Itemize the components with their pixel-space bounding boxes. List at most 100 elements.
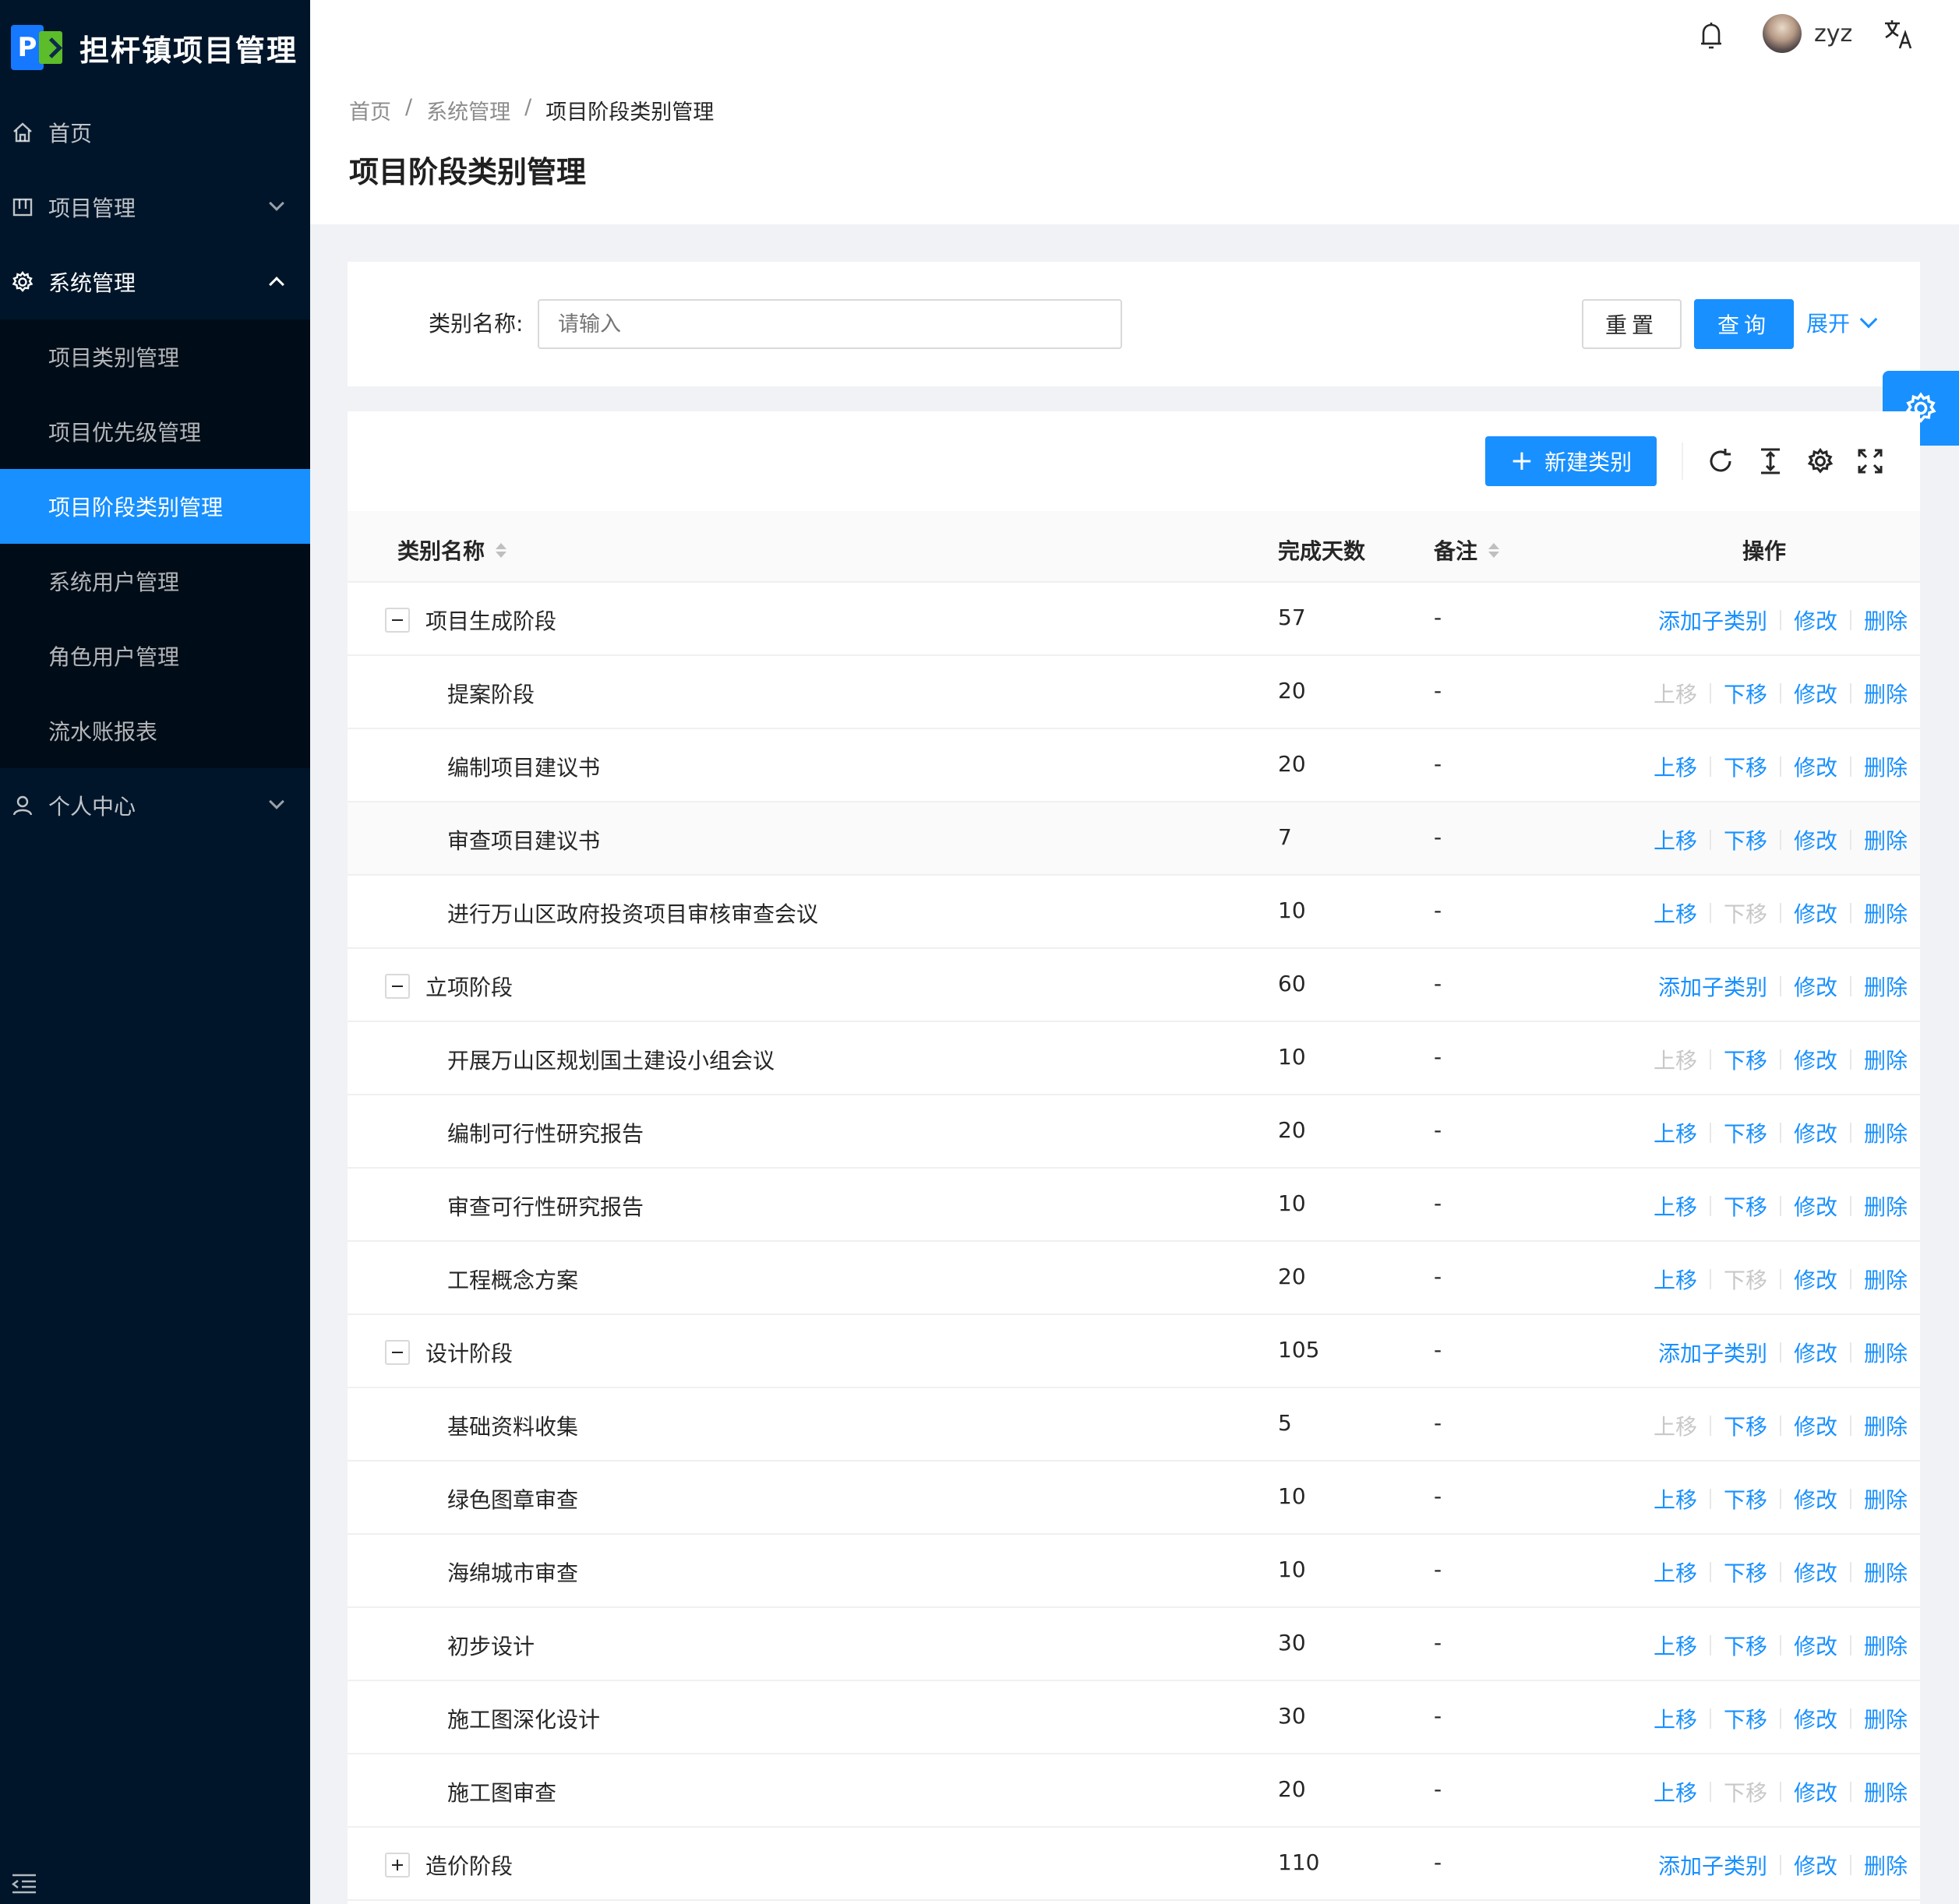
move-down-link[interactable]: 下移 xyxy=(1724,1557,1767,1588)
move-down-link[interactable]: 下移 xyxy=(1724,824,1767,855)
move-up-link[interactable]: 上移 xyxy=(1654,897,1697,929)
translate-icon[interactable] xyxy=(1883,17,1914,51)
delete-link[interactable]: 删除 xyxy=(1864,1557,1908,1588)
sidebar-item-home[interactable]: 首页 xyxy=(0,95,310,170)
edit-link[interactable]: 修改 xyxy=(1794,1117,1837,1148)
sidebar-item-project-management[interactable]: 项目管理 xyxy=(0,170,310,245)
edit-link[interactable]: 修改 xyxy=(1794,1557,1837,1588)
fullscreen-icon[interactable] xyxy=(1856,447,1884,475)
edit-link[interactable]: 修改 xyxy=(1794,1264,1837,1295)
breadcrumb-system[interactable]: 系统管理 xyxy=(426,95,510,125)
sidebar-item-project-priority[interactable]: 项目优先级管理 xyxy=(0,394,310,469)
delete-link[interactable]: 删除 xyxy=(1864,824,1908,855)
edit-link[interactable]: 修改 xyxy=(1794,1337,1837,1368)
add-child-link[interactable]: 添加子类别 xyxy=(1658,971,1767,1002)
column-header-name[interactable]: 类别名称 xyxy=(397,534,507,566)
bell-icon[interactable] xyxy=(1697,20,1725,51)
move-up-link[interactable]: 上移 xyxy=(1654,751,1697,782)
delete-link[interactable]: 删除 xyxy=(1864,1044,1908,1075)
sidebar-item-project-category[interactable]: 项目类别管理 xyxy=(0,319,310,394)
expand-button[interactable]: 展开 xyxy=(1806,307,1878,338)
table-row: 开展万山区规划国土建设小组会议 10 - 上移 下移 修改 删除 xyxy=(348,1022,1920,1095)
table-row: 编制可行性研究报告 20 - 上移 下移 修改 删除 xyxy=(348,1095,1920,1169)
delete-link[interactable]: 删除 xyxy=(1864,1264,1908,1295)
move-down-link[interactable]: 下移 xyxy=(1724,1483,1767,1514)
move-down-link[interactable]: 下移 xyxy=(1724,1117,1767,1148)
move-down-link[interactable]: 下移 xyxy=(1724,1630,1767,1661)
sort-icon[interactable] xyxy=(1488,542,1500,558)
edit-link[interactable]: 修改 xyxy=(1794,751,1837,782)
collapse-row-icon[interactable] xyxy=(385,608,410,633)
move-up-link[interactable]: 上移 xyxy=(1654,1264,1697,1295)
reload-icon[interactable] xyxy=(1707,447,1735,475)
move-up-link[interactable]: 上移 xyxy=(1654,1190,1697,1222)
edit-link[interactable]: 修改 xyxy=(1794,971,1837,1002)
move-up-link[interactable]: 上移 xyxy=(1654,1117,1697,1148)
edit-link[interactable]: 修改 xyxy=(1794,1703,1837,1734)
edit-link[interactable]: 修改 xyxy=(1794,897,1837,929)
move-down-link[interactable]: 下移 xyxy=(1724,1190,1767,1222)
move-down-link[interactable]: 下移 xyxy=(1724,1410,1767,1441)
collapse-row-icon[interactable] xyxy=(385,1340,410,1365)
delete-link[interactable]: 删除 xyxy=(1864,1703,1908,1734)
edit-link[interactable]: 修改 xyxy=(1794,605,1837,636)
query-button[interactable]: 查询 xyxy=(1694,299,1794,349)
delete-link[interactable]: 删除 xyxy=(1864,1776,1908,1807)
add-child-link[interactable]: 添加子类别 xyxy=(1658,605,1767,636)
density-icon[interactable] xyxy=(1756,447,1784,475)
move-up-link[interactable]: 上移 xyxy=(1654,1703,1697,1734)
sidebar-item-system-users[interactable]: 系统用户管理 xyxy=(0,544,310,619)
delete-link[interactable]: 删除 xyxy=(1864,1117,1908,1148)
edit-link[interactable]: 修改 xyxy=(1794,1190,1837,1222)
collapse-row-icon[interactable] xyxy=(385,974,410,999)
edit-link[interactable]: 修改 xyxy=(1794,1044,1837,1075)
column-header-note[interactable]: 备注 xyxy=(1434,534,1500,566)
edit-link[interactable]: 修改 xyxy=(1794,1630,1837,1661)
move-down-link[interactable]: 下移 xyxy=(1724,751,1767,782)
edit-link[interactable]: 修改 xyxy=(1794,1776,1837,1807)
note: - xyxy=(1434,1264,1442,1289)
edit-link[interactable]: 修改 xyxy=(1794,1410,1837,1441)
expand-row-icon[interactable] xyxy=(385,1853,410,1878)
delete-link[interactable]: 删除 xyxy=(1864,605,1908,636)
delete-link[interactable]: 删除 xyxy=(1864,897,1908,929)
move-up-link[interactable]: 上移 xyxy=(1654,1776,1697,1807)
edit-link[interactable]: 修改 xyxy=(1794,678,1837,709)
delete-link[interactable]: 删除 xyxy=(1864,751,1908,782)
sidebar-item-role-users[interactable]: 角色用户管理 xyxy=(0,619,310,693)
move-down-link[interactable]: 下移 xyxy=(1724,678,1767,709)
move-up-link[interactable]: 上移 xyxy=(1654,824,1697,855)
sort-icon[interactable] xyxy=(496,542,507,558)
move-down-link[interactable]: 下移 xyxy=(1724,1703,1767,1734)
delete-link[interactable]: 删除 xyxy=(1864,1483,1908,1514)
edit-link[interactable]: 修改 xyxy=(1794,824,1837,855)
delete-link[interactable]: 删除 xyxy=(1864,1337,1908,1368)
delete-link[interactable]: 删除 xyxy=(1864,1630,1908,1661)
breadcrumb-home[interactable]: 首页 xyxy=(349,95,391,125)
sidebar-item-system-management[interactable]: 系统管理 xyxy=(0,245,310,319)
sidebar-item-personal-center[interactable]: 个人中心 xyxy=(0,768,310,843)
category-name-input[interactable] xyxy=(538,299,1122,349)
edit-link[interactable]: 修改 xyxy=(1794,1849,1837,1881)
move-up-link[interactable]: 上移 xyxy=(1654,1630,1697,1661)
delete-link[interactable]: 删除 xyxy=(1864,1849,1908,1881)
delete-link[interactable]: 删除 xyxy=(1864,678,1908,709)
new-category-button[interactable]: + 新建类别 xyxy=(1485,436,1657,486)
move-down-link[interactable]: 下移 xyxy=(1724,1044,1767,1075)
delete-link[interactable]: 删除 xyxy=(1864,971,1908,1002)
add-child-link[interactable]: 添加子类别 xyxy=(1658,1849,1767,1881)
menu-fold-icon[interactable] xyxy=(11,1873,37,1895)
brand[interactable]: P 担杆镇项目管理 xyxy=(0,0,310,95)
username[interactable]: zyz xyxy=(1814,20,1852,48)
sidebar-item-project-stage-category[interactable]: 项目阶段类别管理 xyxy=(0,469,310,544)
sidebar-item-journal-report[interactable]: 流水账报表 xyxy=(0,693,310,768)
column-setting-icon[interactable] xyxy=(1806,447,1834,475)
add-child-link[interactable]: 添加子类别 xyxy=(1658,1337,1767,1368)
avatar[interactable] xyxy=(1763,14,1802,53)
delete-link[interactable]: 删除 xyxy=(1864,1190,1908,1222)
edit-link[interactable]: 修改 xyxy=(1794,1483,1837,1514)
move-up-link[interactable]: 上移 xyxy=(1654,1557,1697,1588)
delete-link[interactable]: 删除 xyxy=(1864,1410,1908,1441)
reset-button[interactable]: 重置 xyxy=(1582,299,1682,349)
move-up-link[interactable]: 上移 xyxy=(1654,1483,1697,1514)
